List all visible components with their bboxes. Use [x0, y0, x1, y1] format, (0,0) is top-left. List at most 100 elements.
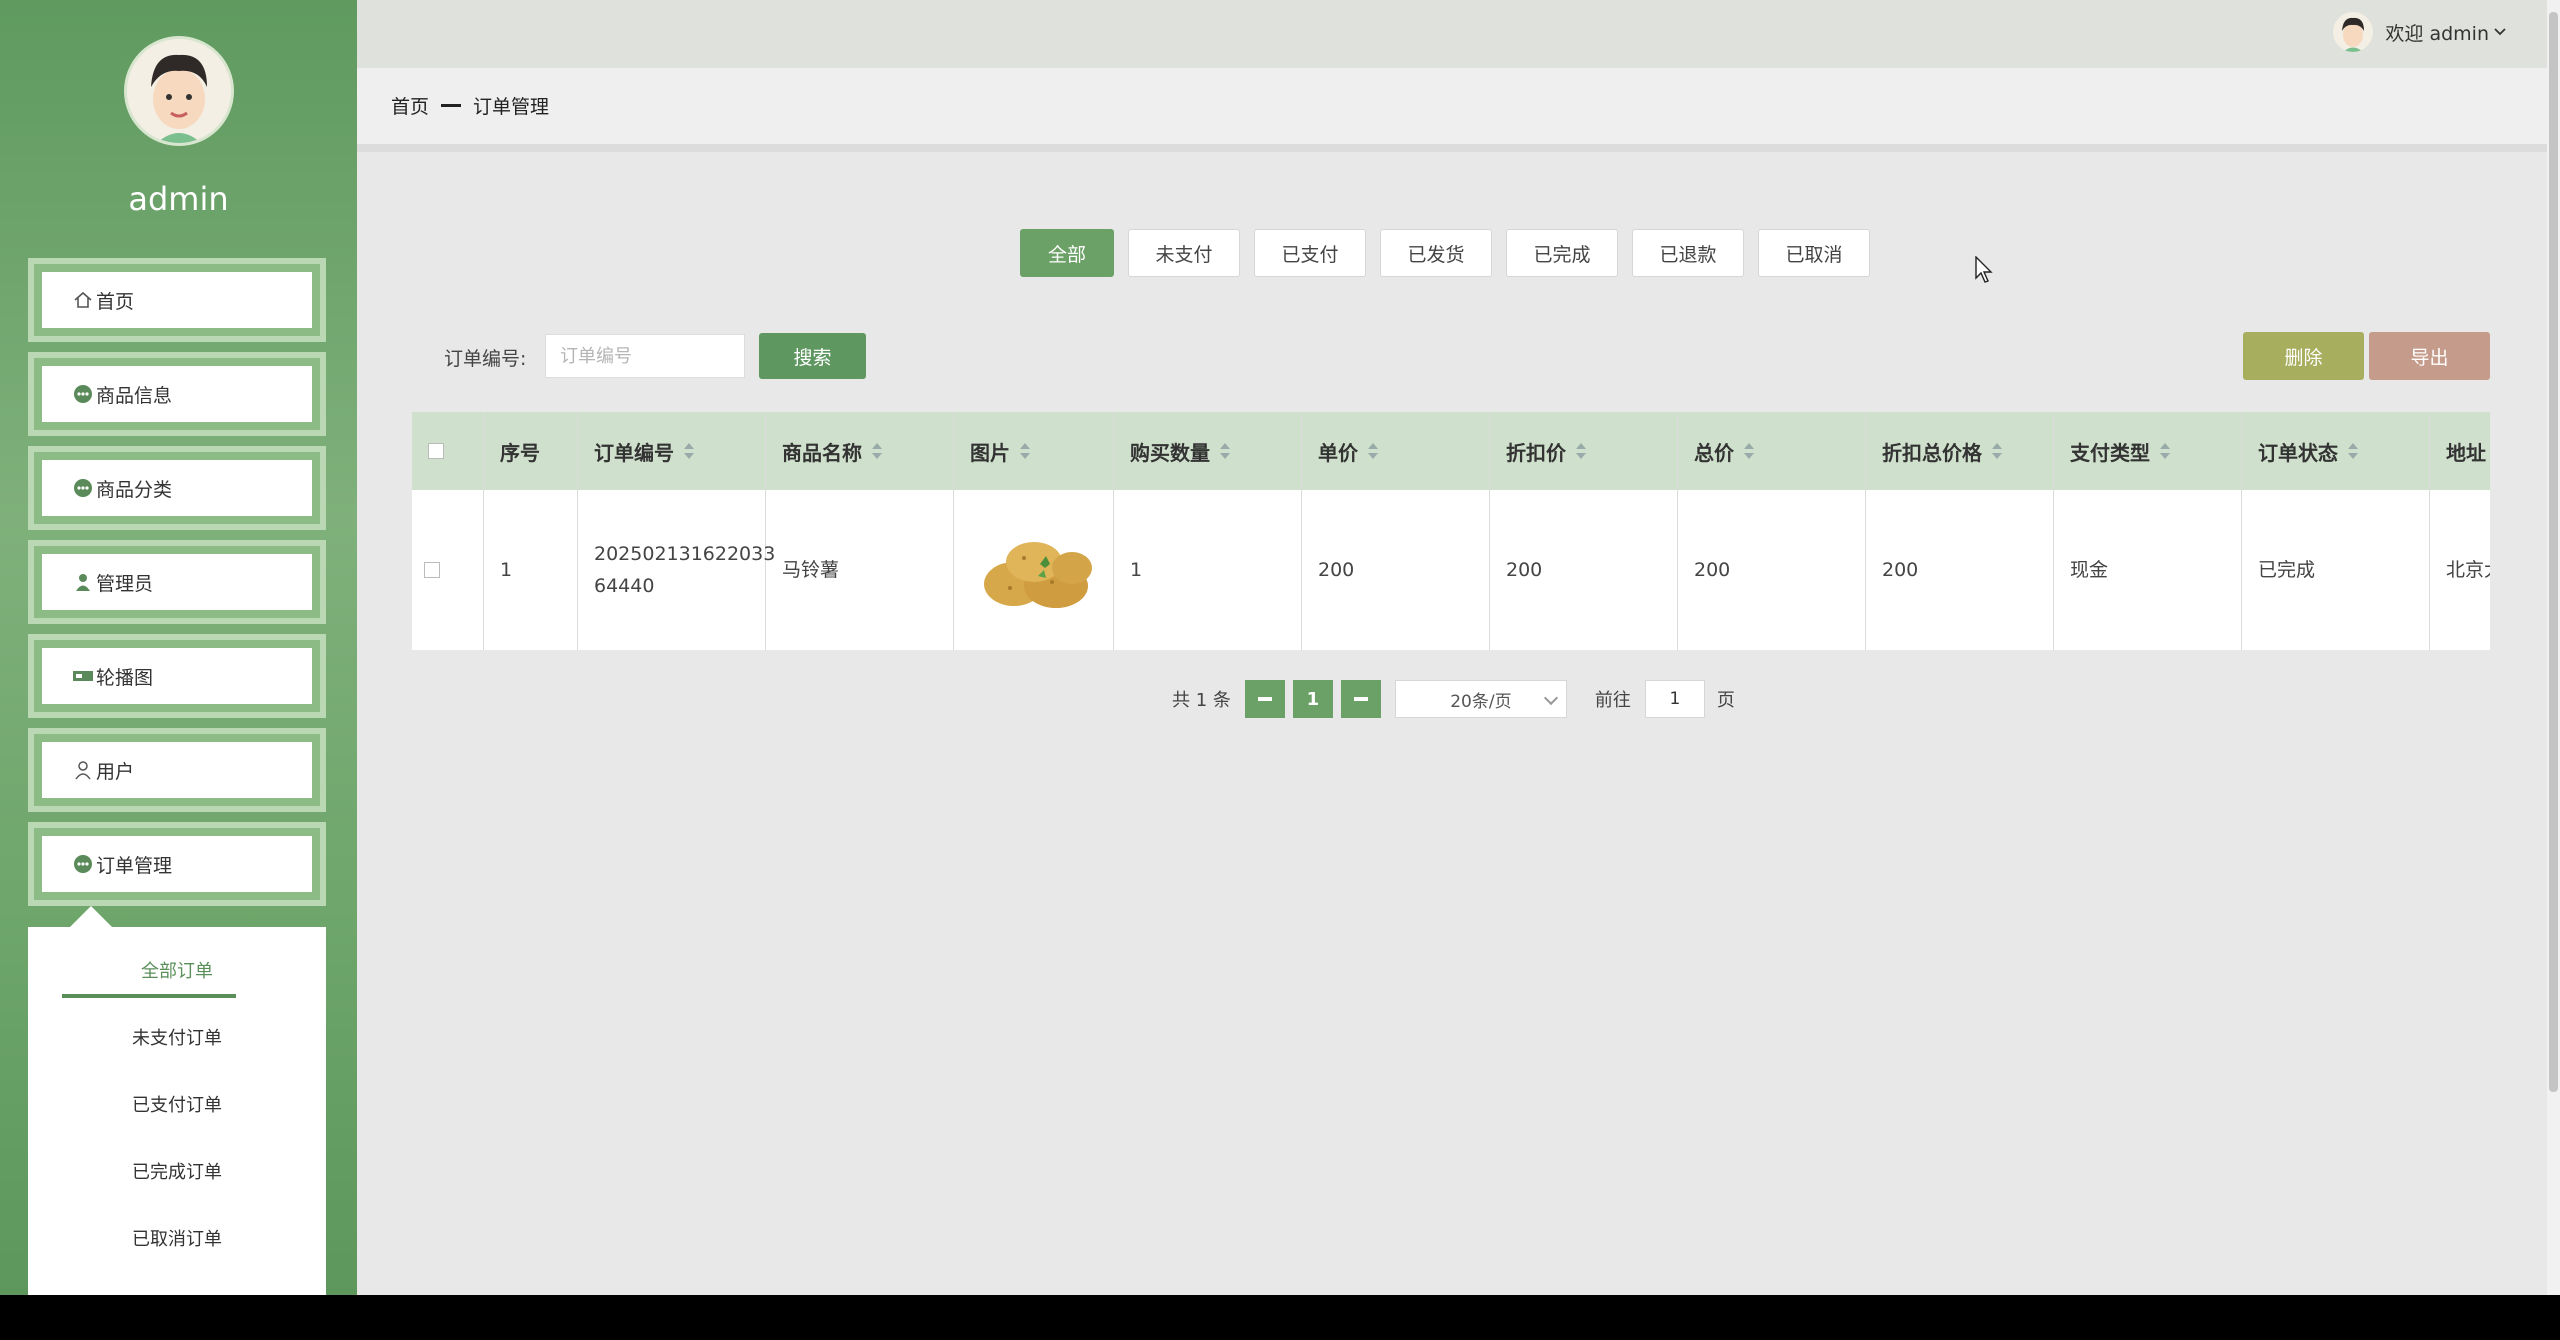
sidebar-item-label: 订单管理 [96, 854, 173, 877]
row-select[interactable] [412, 490, 484, 650]
column-header-order-no[interactable]: 订单编号 [578, 412, 766, 490]
sort-icon[interactable] [2160, 443, 2170, 459]
submenu-item-cancelled-orders[interactable]: 已取消订单 [28, 1225, 326, 1251]
submenu-item-unpaid-orders[interactable]: 未支付订单 [28, 1024, 326, 1050]
sidebar-item-carousel[interactable]: 轮播图 [28, 634, 326, 718]
column-header-total[interactable]: 总价 [1678, 412, 1866, 490]
page-number-button[interactable]: 1 [1292, 680, 1333, 718]
tab-cancelled[interactable]: 已取消 [1758, 229, 1870, 277]
tab-paid[interactable]: 已支付 [1254, 229, 1366, 277]
carousel-icon [72, 665, 94, 687]
sidebar-item-product-category[interactable]: 商品分类 [28, 446, 326, 530]
search-button[interactable]: 搜索 [759, 333, 866, 379]
cell-order-no: 202502131622033 64440 [578, 490, 775, 650]
goto-page-input[interactable] [1644, 680, 1705, 718]
column-header-discount-price[interactable]: 折扣价 [1490, 412, 1678, 490]
cell-discount-total: 200 [1866, 490, 2054, 650]
column-header-status[interactable]: 订单状态 [2242, 412, 2430, 490]
cell-status: 已完成 [2242, 490, 2430, 650]
status-tabs: 全部 未支付 已支付 已发货 已完成 已退款 已取消 [1020, 229, 1884, 277]
prev-page-button[interactable] [1244, 680, 1285, 718]
breadcrumb-home[interactable]: 首页 [391, 92, 429, 119]
select-all-checkbox[interactable] [428, 443, 444, 459]
cell-discount-price: 200 [1490, 490, 1678, 650]
submenu-item-completed-orders[interactable]: 已完成订单 [28, 1158, 326, 1184]
header-select-all[interactable] [412, 412, 484, 490]
tab-shipped[interactable]: 已发货 [1380, 229, 1492, 277]
delete-button[interactable]: 删除 [2243, 332, 2364, 380]
table-header: 序号 订单编号 商品名称 图片 购买数量 单价 折扣价 总价 折扣总价格 支付类… [412, 412, 2490, 490]
cell-product: 马铃薯 [766, 490, 954, 650]
sidebar-item-user[interactable]: 用户 [28, 728, 326, 812]
sort-icon[interactable] [872, 443, 882, 459]
sidebar-item-label: 轮播图 [96, 666, 154, 689]
user-menu[interactable]: 欢迎 admin [2333, 12, 2507, 52]
tab-completed[interactable]: 已完成 [1506, 229, 1618, 277]
export-button[interactable]: 导出 [2369, 332, 2490, 380]
column-header-image[interactable]: 图片 [954, 412, 1114, 490]
cell-qty: 1 [1114, 490, 1302, 650]
row-checkbox[interactable] [424, 562, 440, 578]
breadcrumb-bar: 首页 订单管理 [357, 68, 2547, 152]
column-label: 支付类型 [2070, 440, 2150, 465]
column-header-pay-type[interactable]: 支付类型 [2054, 412, 2242, 490]
potato-image[interactable] [974, 522, 1098, 618]
page-suffix: 页 [1716, 690, 1735, 711]
page-scrollbar[interactable] [2547, 0, 2560, 1295]
column-label: 折扣价 [1506, 440, 1566, 465]
dots-circle-icon [72, 853, 94, 875]
sidebar-username: admin [128, 180, 229, 218]
chevron-down-icon [2493, 21, 2507, 43]
sort-icon[interactable] [1992, 443, 2002, 459]
tab-unpaid[interactable]: 未支付 [1128, 229, 1240, 277]
orders-table: 序号 订单编号 商品名称 图片 购买数量 单价 折扣价 总价 折扣总价格 支付类… [412, 412, 2490, 650]
sidebar-item-home[interactable]: 首页 [28, 258, 326, 342]
cell-image[interactable] [954, 490, 1114, 650]
sort-icon[interactable] [1576, 443, 1586, 459]
column-label: 图片 [970, 440, 1010, 465]
sidebar-item-admin[interactable]: 管理员 [28, 540, 326, 624]
column-header-qty[interactable]: 购买数量 [1114, 412, 1302, 490]
sort-icon[interactable] [2348, 443, 2358, 459]
cell-index: 1 [484, 490, 578, 650]
tab-all[interactable]: 全部 [1020, 229, 1114, 277]
submenu-arrow [70, 906, 112, 927]
next-icon [1353, 697, 1368, 701]
column-label: 序号 [500, 440, 540, 465]
goto-label: 前往 [1594, 690, 1631, 711]
cell-price: 200 [1302, 490, 1490, 650]
sidebar-item-product-info[interactable]: 商品信息 [28, 352, 326, 436]
breadcrumb-separator [441, 104, 462, 107]
sort-icon[interactable] [684, 443, 694, 459]
submenu-item-all-orders[interactable]: 全部订单 [28, 957, 326, 983]
sort-icon[interactable] [1220, 443, 1230, 459]
column-label: 商品名称 [782, 440, 862, 465]
sidebar-item-label: 商品信息 [96, 384, 173, 407]
sidebar-item-label: 管理员 [96, 572, 154, 595]
sort-icon[interactable] [1020, 443, 1030, 459]
user-icon [72, 759, 94, 781]
order-no-line: 202502131622033 [594, 543, 776, 565]
cell-total: 200 [1678, 490, 1866, 650]
scrollbar-thumb[interactable] [2549, 12, 2558, 1092]
column-header-price[interactable]: 单价 [1302, 412, 1490, 490]
column-header-discount-total[interactable]: 折扣总价格 [1866, 412, 2054, 490]
tab-refunded[interactable]: 已退款 [1632, 229, 1744, 277]
sidebar-item-orders[interactable]: 订单管理 [28, 822, 326, 906]
sort-icon[interactable] [1368, 443, 1378, 459]
column-header-product[interactable]: 商品名称 [766, 412, 954, 490]
submenu-item-paid-orders[interactable]: 已支付订单 [28, 1091, 326, 1117]
topbar: 欢迎 admin [357, 0, 2547, 68]
column-header-address: 地址 [2430, 412, 2490, 490]
column-label: 单价 [1318, 440, 1358, 465]
orders-submenu: 全部订单 未支付订单 已支付订单 已完成订单 已取消订单 [28, 927, 326, 1295]
page-size-select[interactable]: 20条/页 [1394, 680, 1567, 718]
welcome-text: 欢迎 admin [2385, 22, 2489, 45]
column-label: 折扣总价格 [1882, 440, 1982, 465]
next-page-button[interactable] [1340, 680, 1381, 718]
sort-icon[interactable] [1744, 443, 1754, 459]
admin-avatar[interactable] [124, 36, 234, 146]
order-number-input[interactable] [545, 334, 745, 378]
total-count: 共 1 条 [1172, 690, 1231, 711]
sidebar-item-label: 首页 [96, 290, 135, 313]
